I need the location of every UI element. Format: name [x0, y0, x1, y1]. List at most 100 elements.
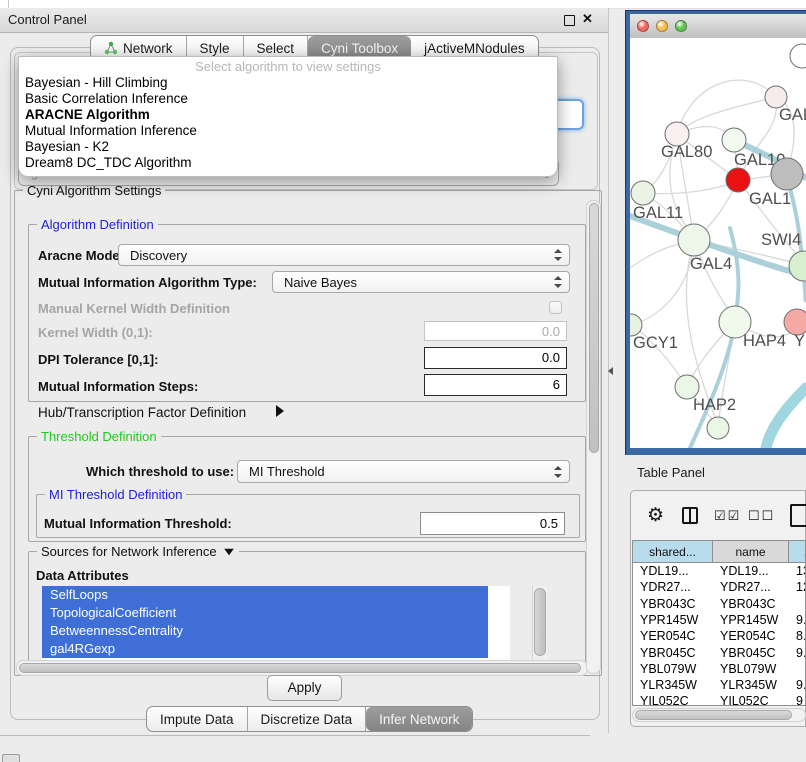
node-label: GAL11 [633, 204, 683, 222]
apply-button[interactable]: Apply [267, 675, 342, 701]
tab-discretize-data[interactable]: Discretize Data [248, 707, 367, 731]
algorithm-option[interactable]: Bayesian - Hill Climbing [19, 75, 557, 91]
data-attribute-item[interactable]: BetweennessCentrality [42, 622, 488, 640]
network-node-gal[interactable] [765, 86, 787, 108]
table-cell[interactable]: YDL19... [713, 563, 789, 579]
which-threshold-value: MI Threshold [249, 464, 325, 479]
algorithm-option[interactable]: Bayesian - K2 [19, 139, 557, 155]
column-header-3[interactable]: A [789, 541, 806, 563]
network-node[interactable] [790, 44, 806, 68]
which-threshold-combobox[interactable]: MI Threshold [237, 460, 570, 483]
table-cell[interactable]: YER054C [633, 628, 713, 644]
network-node-gal4[interactable] [678, 224, 710, 256]
manual-kernel-checkbox[interactable] [549, 301, 562, 314]
gear-icon[interactable]: ⚙ [647, 505, 664, 527]
network-node[interactable] [707, 417, 729, 439]
splitter-collapse-arrow[interactable] [608, 367, 613, 375]
deselect-all-checkboxes-icon[interactable]: ☐☐ [748, 508, 775, 524]
kernel-width-input[interactable]: 0.0 [424, 321, 567, 341]
columns-icon[interactable] [682, 507, 698, 524]
tab-label: Style [200, 41, 230, 56]
table-cell[interactable]: 13 [789, 563, 806, 579]
column-header-2[interactable]: name [713, 541, 789, 563]
minimize-traffic-light-icon[interactable] [656, 20, 668, 32]
table-cell[interactable]: YLR345W [713, 677, 789, 693]
hub-expand-arrow-icon[interactable] [276, 405, 284, 417]
close-traffic-light-icon[interactable] [637, 20, 649, 32]
zoom-traffic-light-icon[interactable] [675, 20, 687, 32]
network-canvas[interactable]: GALGAL80GAL10GAL1GAL11SWI4GAL4GCY1HAP4YH… [630, 38, 806, 448]
dpi-tolerance-input[interactable]: 0.0 [424, 347, 567, 369]
settings-vscrollbar[interactable] [586, 200, 601, 674]
column-header-1[interactable]: shared... [633, 541, 713, 563]
table-cell[interactable]: YBL079W [713, 661, 789, 677]
table-cell[interactable]: YBR045C [633, 645, 713, 661]
node-label: HAP4 [743, 332, 786, 350]
sources-title: Sources for Network Inference [41, 544, 217, 559]
table-cell[interactable]: YDR27... [633, 579, 713, 595]
document-icon[interactable] [790, 504, 806, 527]
panel-bottom-divider [0, 735, 590, 736]
mi-steps-label: Mutual Information Steps: [38, 379, 198, 394]
algorithm-option[interactable]: ARACNE Algorithm [19, 107, 557, 123]
settings-hscrollbar-thumb[interactable] [19, 663, 581, 673]
mi-steps-input[interactable]: 6 [424, 374, 567, 396]
table-cell[interactable]: YDL19... [633, 563, 713, 579]
table-cell[interactable]: YDR27... [713, 579, 789, 595]
attributes-scrollbar-thumb[interactable] [534, 588, 546, 656]
table-cell[interactable]: YIL052C [633, 693, 713, 706]
settings-vscrollbar-thumb[interactable] [589, 203, 599, 453]
tab-impute-data[interactable]: Impute Data [147, 707, 248, 731]
table-cell[interactable]: 9. [789, 645, 806, 661]
mi-threshold-input[interactable]: 0.5 [420, 512, 565, 535]
aracne-mode-combobox[interactable]: Discovery [118, 244, 570, 266]
network-node-gal10[interactable] [722, 128, 746, 152]
table-cell[interactable]: YBR043C [713, 596, 789, 612]
which-threshold-label: Which threshold to use: [86, 460, 234, 483]
table-cell[interactable]: YBR043C [633, 596, 713, 612]
network-node-gcy1[interactable] [630, 314, 642, 336]
mi-type-combobox[interactable]: Naive Bayes [272, 271, 570, 293]
table-cell[interactable]: 8. [789, 628, 806, 644]
select-all-checkboxes-icon[interactable]: ☑☑ [714, 508, 741, 524]
table-cell[interactable]: 9. [789, 612, 806, 628]
network-node[interactable] [771, 158, 803, 190]
bottom-tabs: Impute DataDiscretize DataInfer Network [146, 706, 473, 732]
settings-hscrollbar[interactable] [16, 660, 588, 676]
algorithm-option[interactable]: Basic Correlation Inference [19, 91, 557, 107]
table-cell[interactable]: 9 [789, 693, 806, 706]
network-window-titlebar[interactable] [630, 14, 806, 39]
table-cell[interactable]: YPR145W [713, 612, 789, 628]
mi-threshold-group-title: MI Threshold Definition [45, 487, 186, 502]
table-cell[interactable]: YIL052C [713, 693, 789, 706]
table-cell[interactable]: 9. [789, 677, 806, 693]
table-cell[interactable]: YLR345W [633, 677, 713, 693]
close-icon[interactable]: ✕ [582, 11, 593, 27]
attributes-scrollbar[interactable] [532, 586, 547, 660]
sources-collapse-arrow-icon[interactable] [224, 548, 234, 554]
kernel-width-label: Kernel Width (0,1): [38, 325, 153, 340]
float-window-icon[interactable] [564, 15, 575, 26]
table-cell[interactable]: YBL079W [633, 661, 713, 677]
data-attribute-item[interactable]: gal4RGexp [42, 640, 488, 658]
network-node-gal1[interactable] [726, 168, 750, 192]
table-cell[interactable]: YBR045C [713, 645, 789, 661]
data-attribute-item[interactable]: TopologicalCoefficient [42, 604, 488, 622]
aracne-mode-label: Aracne Mode: [38, 245, 124, 267]
table-cell[interactable]: YER054C [713, 628, 789, 644]
tab-infer-network[interactable]: Infer Network [366, 707, 472, 731]
node-label: Y [794, 332, 805, 350]
table-cell[interactable]: YPR145W [633, 612, 713, 628]
algorithm-dropdown-popup: Select algorithm to view settings Bayesi… [18, 56, 558, 177]
algorithm-option[interactable]: Dream8 DC_TDC Algorithm [19, 155, 557, 171]
control-panel-header: Control Panel ✕ [0, 8, 608, 33]
network-node-gal11[interactable] [631, 181, 655, 205]
table-hscrollbar-thumb[interactable] [635, 710, 792, 720]
algorithm-option[interactable]: Mutual Information Inference [19, 123, 557, 139]
data-attribute-item[interactable]: SelfLoops [42, 586, 488, 604]
algorithm-list: Bayesian - Hill ClimbingBasic Correlatio… [19, 75, 557, 171]
network-node-swi4[interactable] [789, 251, 806, 281]
node-label: GAL80 [661, 143, 712, 161]
table-cell[interactable]: 12 [789, 579, 806, 595]
corner-button[interactable] [2, 754, 20, 762]
